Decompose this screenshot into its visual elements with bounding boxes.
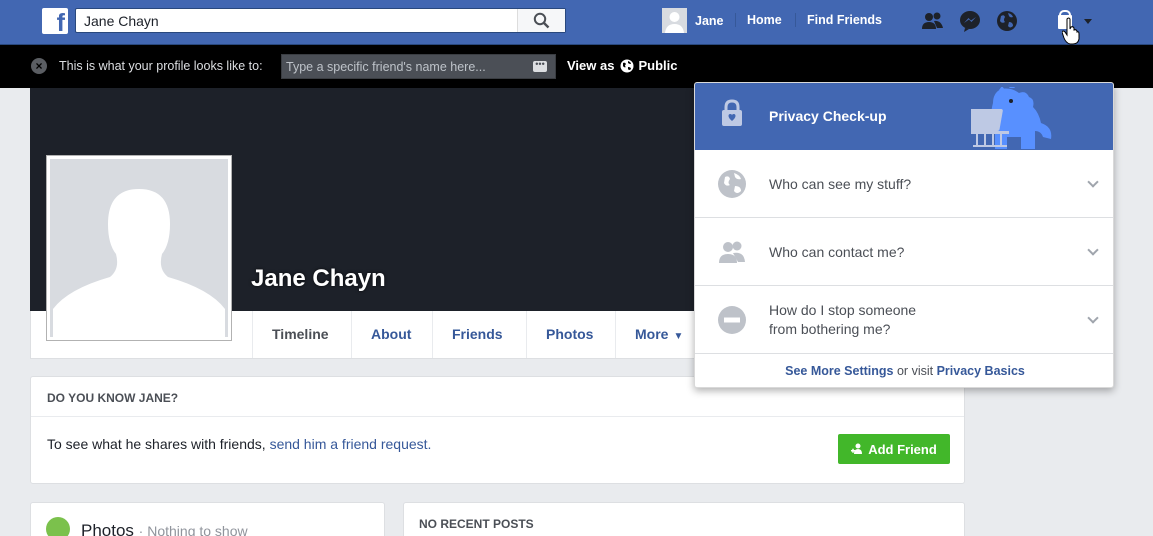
- messenger-icon[interactable]: [958, 9, 984, 33]
- tab-more[interactable]: More ▼: [615, 311, 702, 358]
- people-icon: [719, 241, 745, 263]
- search-button[interactable]: [517, 9, 565, 32]
- search-box: [75, 8, 566, 33]
- chevron-down-icon: [1087, 176, 1099, 188]
- search-input[interactable]: [76, 9, 516, 32]
- avatar: [662, 8, 687, 33]
- caret-down-icon: ▼: [673, 331, 684, 342]
- nav-divider: [795, 13, 796, 27]
- close-icon[interactable]: ×: [31, 58, 47, 74]
- lock-icon: [722, 99, 742, 126]
- profile-picture[interactable]: [46, 155, 232, 341]
- tab-photos[interactable]: Photos: [526, 311, 612, 358]
- more-dots-icon[interactable]: •••: [533, 60, 547, 72]
- privacy-checkup-title: Privacy Check-up: [769, 108, 887, 124]
- privacy-item-label: Who can see my stuff?: [769, 176, 912, 192]
- default-avatar-icon: [50, 159, 228, 337]
- notifications-globe-icon[interactable]: [995, 9, 1021, 33]
- card-text: To see what he shares with friends,: [47, 436, 266, 452]
- privacy-checkup-item[interactable]: Privacy Check-up: [695, 83, 1113, 150]
- nav-divider: [735, 13, 736, 27]
- nav-user-name: Jane: [695, 13, 724, 28]
- privacy-item-contact-me[interactable]: Who can contact me?: [695, 218, 1113, 286]
- view-as-label: View as: [567, 58, 615, 73]
- photos-subtitle: · Nothing to show: [138, 523, 248, 536]
- privacy-basics-link[interactable]: Privacy Basics: [937, 364, 1025, 378]
- add-person-icon: [851, 443, 863, 454]
- facebook-logo-icon[interactable]: f: [42, 8, 68, 36]
- photos-icon: [46, 517, 70, 536]
- do-you-know-card: DO YOU KNOW JANE? To see what he shares …: [30, 376, 965, 484]
- photos-card: Photos · Nothing to show: [30, 502, 385, 536]
- privacy-menu-footer: See More Settings or visit Privacy Basic…: [695, 355, 1113, 387]
- top-navigation-bar: f Jane Home Find Friends: [0, 0, 1153, 45]
- privacy-shortcuts-menu: Privacy Check-up Who can see my stuff? W…: [694, 82, 1114, 388]
- recent-posts-title: NO RECENT POSTS: [419, 517, 534, 531]
- privacy-item-label-line2: from bothering me?: [769, 321, 891, 337]
- privacy-item-label-line1: How do I stop someone: [769, 302, 917, 318]
- privacy-dinosaur-icon: [971, 87, 1052, 149]
- privacy-item-see-my-stuff[interactable]: Who can see my stuff?: [695, 150, 1113, 218]
- add-friend-label: Add Friend: [868, 441, 937, 457]
- friend-requests-icon[interactable]: [920, 9, 946, 33]
- see-more-settings-link[interactable]: See More Settings: [785, 364, 893, 378]
- privacy-item-label: Who can contact me?: [769, 244, 905, 260]
- find-friends-link[interactable]: Find Friends: [807, 13, 882, 27]
- footer-connector-text: or visit: [896, 364, 934, 378]
- view-as-message: This is what your profile looks like to:: [59, 59, 263, 73]
- globe-icon: [718, 170, 746, 198]
- privacy-item-stop-someone[interactable]: How do I stop someone from bothering me?: [695, 286, 1113, 354]
- tab-about[interactable]: About: [351, 311, 430, 358]
- chevron-down-icon: [1087, 244, 1099, 256]
- block-icon: [718, 306, 746, 334]
- profile-name: Jane Chayn: [251, 265, 386, 292]
- tab-friends[interactable]: Friends: [432, 311, 522, 358]
- view-as-friend-field: •••: [281, 54, 556, 79]
- view-as-audience: Public: [638, 58, 678, 73]
- card-body: To see what he shares with friends, send…: [47, 436, 431, 452]
- home-link[interactable]: Home: [747, 13, 782, 27]
- recent-posts-card: NO RECENT POSTS: [403, 502, 965, 536]
- add-friend-button[interactable]: Add Friend: [838, 434, 950, 464]
- search-icon: [533, 12, 550, 29]
- tab-more-label: More: [635, 326, 669, 342]
- globe-icon: [620, 59, 634, 72]
- tab-timeline[interactable]: Timeline: [252, 311, 348, 358]
- photos-title[interactable]: Photos · Nothing to show: [81, 521, 248, 536]
- chevron-down-icon: [1087, 312, 1099, 324]
- hand-cursor-icon: [1062, 17, 1080, 45]
- nav-profile-link[interactable]: Jane: [662, 8, 724, 33]
- friend-name-input[interactable]: [282, 55, 522, 78]
- friend-request-link[interactable]: send him a friend request.: [270, 436, 432, 452]
- privacy-item-label: How do I stop someone from bothering me?: [769, 301, 916, 339]
- photos-title-text: Photos: [81, 521, 134, 536]
- view-as-public-button[interactable]: View as Public: [567, 58, 677, 73]
